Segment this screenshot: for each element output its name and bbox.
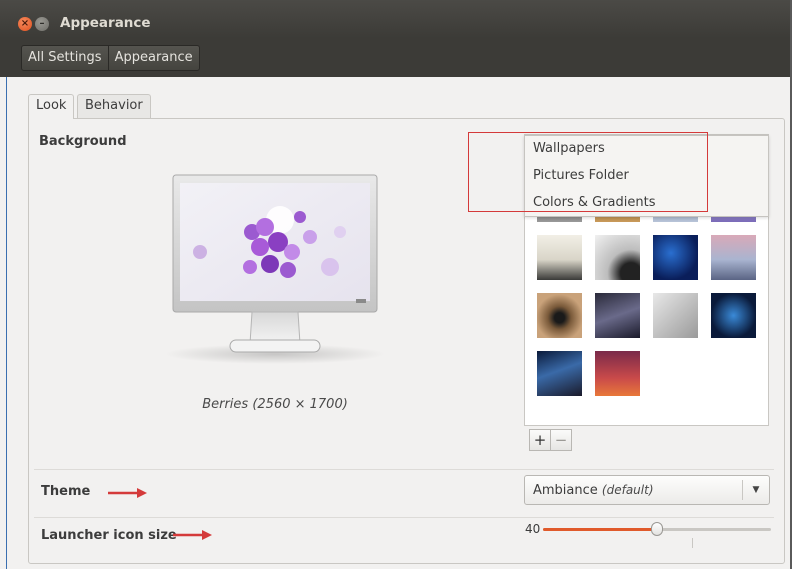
close-icon[interactable]: × [18, 17, 32, 31]
theme-dropdown[interactable]: Ambiance (default) ▼ [524, 475, 770, 505]
wallpaper-thumbnail[interactable] [595, 351, 640, 396]
chevron-down-icon[interactable]: ▼ [742, 480, 769, 500]
divider [34, 517, 774, 518]
minimize-icon[interactable]: – [35, 17, 49, 31]
slider-tick-mark [692, 538, 693, 548]
toolbar: All Settings Appearance [0, 38, 792, 77]
breadcrumb-appearance[interactable]: Appearance [107, 46, 199, 70]
wallpaper-thumbnail[interactable] [711, 235, 756, 280]
wallpaper-thumbnail[interactable] [595, 235, 640, 280]
breadcrumb: All Settings Appearance [21, 45, 200, 71]
wallpaper-thumbnail[interactable] [537, 235, 582, 280]
window-title: Appearance [60, 15, 151, 31]
annotation-highlight-box [468, 132, 708, 212]
remove-wallpaper-button[interactable]: − [550, 429, 572, 451]
window-border [6, 77, 7, 569]
divider [34, 469, 774, 470]
background-label: Background [39, 134, 127, 149]
slider-handle[interactable] [651, 522, 663, 536]
wallpaper-thumbnail[interactable] [711, 293, 756, 338]
tab-behavior[interactable]: Behavior [77, 94, 151, 118]
monitor-preview [165, 174, 385, 364]
add-wallpaper-button[interactable]: + [529, 429, 551, 451]
launcher-size-value: 40 [525, 522, 541, 536]
annotation-arrow-icon [173, 530, 212, 540]
wallpaper-thumbnail[interactable] [537, 293, 582, 338]
gallery-buttons: + − [529, 429, 572, 451]
wallpaper-thumbnail[interactable] [653, 293, 698, 338]
theme-label: Theme [41, 484, 91, 499]
breadcrumb-all-settings[interactable]: All Settings [22, 46, 108, 70]
slider-fill [543, 528, 657, 531]
theme-value: Ambiance [533, 483, 598, 498]
launcher-icon-size-label: Launcher icon size [41, 528, 177, 543]
window-titlebar: × – Appearance [0, 0, 792, 38]
wallpaper-caption: Berries (2560 × 1700) [202, 397, 348, 412]
theme-default-note: (default) [601, 483, 654, 497]
tab-look[interactable]: Look [28, 94, 75, 119]
launcher-icon-size-slider[interactable] [543, 522, 771, 536]
wallpaper-thumbnail[interactable] [653, 235, 698, 280]
annotation-arrow-icon [108, 488, 147, 498]
wallpaper-thumbnail[interactable] [537, 351, 582, 396]
wallpaper-thumbnail[interactable] [595, 293, 640, 338]
